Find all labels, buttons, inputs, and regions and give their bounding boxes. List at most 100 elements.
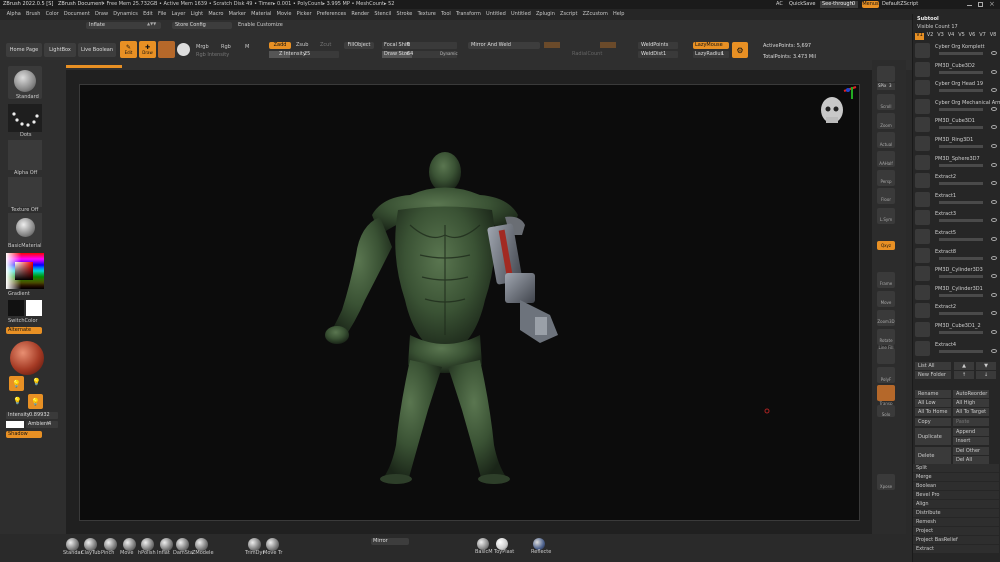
sym-z-button[interactable] — [600, 42, 616, 48]
all-to-target-button[interactable]: All To Target — [953, 408, 989, 416]
zcut-button[interactable]: Zcut — [320, 43, 331, 48]
draw-button[interactable]: ✚ Draw — [139, 41, 156, 58]
subtool-opacity-slider[interactable] — [939, 293, 983, 297]
all-to-home-button[interactable]: All To Home — [915, 408, 951, 416]
subtool-tab[interactable]: V7 — [978, 33, 987, 40]
linefill-button[interactable] — [877, 348, 895, 364]
rename-button[interactable]: Rename — [915, 390, 951, 398]
duplicate-button[interactable]: Duplicate — [915, 428, 951, 445]
draw-size-slider[interactable]: Draw Size 64 Dynamic — [382, 51, 458, 58]
zadd-button[interactable]: Zadd — [269, 42, 291, 49]
subtool-item[interactable]: PM3D_Cube3D1 — [915, 116, 999, 134]
del-all-button[interactable]: Del All — [953, 456, 989, 464]
ac-button[interactable]: AC — [776, 2, 783, 7]
rgb-button[interactable]: Rgb — [221, 45, 231, 50]
radial-count-slider[interactable]: RadialCount — [572, 52, 602, 57]
bevel-pro-menu[interactable]: Bevel Pro — [913, 491, 999, 499]
edit-button[interactable]: ✎ Edit — [120, 41, 137, 58]
menu-item[interactable]: Color — [43, 9, 61, 20]
extract-menu[interactable]: Extract — [913, 545, 999, 553]
subtool-tab[interactable]: V5 — [957, 33, 966, 40]
dynamic-toggle[interactable]: Dynamic — [440, 52, 458, 56]
subtool-item[interactable]: Extract5 — [915, 228, 999, 246]
eye-icon[interactable] — [991, 237, 997, 241]
light-4-button[interactable]: 💡 — [28, 394, 43, 409]
subtool-item[interactable]: Extract3 — [915, 209, 999, 227]
spix-slider[interactable]: SPix 3 — [877, 83, 895, 90]
seethrough-slider[interactable]: See-through 0 — [820, 1, 858, 8]
color-picker[interactable] — [6, 253, 44, 289]
menu-item[interactable]: Macro — [206, 9, 226, 20]
subtool-opacity-slider[interactable] — [939, 349, 983, 353]
insert-button[interactable]: Insert — [953, 437, 989, 445]
light-3-button[interactable]: 💡 — [13, 397, 22, 405]
lazymouse-settings-icon[interactable]: ⚙ — [732, 42, 748, 58]
new-folder-button[interactable]: New Folder — [915, 371, 951, 379]
subtool-opacity-slider[interactable] — [939, 126, 983, 130]
append-button[interactable]: Append — [953, 428, 989, 436]
align-menu[interactable]: Align — [913, 500, 999, 508]
move-down-icon[interactable]: ▼ — [976, 362, 996, 370]
subtool-opacity-slider[interactable] — [939, 182, 983, 186]
minimize-icon[interactable] — [967, 5, 972, 6]
material-thumbnail[interactable] — [8, 213, 42, 243]
eye-icon[interactable] — [991, 199, 997, 204]
subtool-item[interactable]: Cyber Org Mechanical Arm — [915, 98, 1000, 116]
menu-item[interactable]: File — [155, 9, 169, 20]
merge-menu[interactable]: Merge — [913, 473, 999, 481]
lazyradius-slider[interactable]: LazyRadius 1 — [693, 51, 729, 58]
light-1-button[interactable]: 💡 — [9, 376, 24, 391]
subtool-opacity-slider[interactable] — [939, 163, 983, 167]
subtool-opacity-slider[interactable] — [939, 331, 983, 334]
secondary-color-swatch[interactable] — [8, 300, 24, 316]
subtool-item[interactable]: PM3D_Ring3D1 — [915, 135, 999, 153]
menu-item[interactable]: Marker — [226, 9, 248, 20]
menus-button[interactable]: Menus — [862, 1, 879, 8]
lazymouse-button[interactable]: LazyMouse — [693, 42, 729, 49]
subtool-tab[interactable]: V8 — [989, 33, 998, 40]
subtool-item[interactable]: PM3D_Sphere3D7 — [915, 154, 999, 172]
transp-sphere-icon[interactable] — [177, 43, 190, 56]
subtool-tab[interactable]: V6 — [968, 33, 977, 40]
subtool-item[interactable]: Extract2 — [915, 302, 999, 320]
move-mode-button[interactable] — [158, 41, 175, 58]
subtool-opacity-slider[interactable] — [939, 200, 983, 204]
eye-icon[interactable] — [991, 292, 997, 297]
stroke-thumbnail[interactable] — [8, 104, 42, 132]
subtool-opacity-slider[interactable] — [939, 52, 983, 55]
del-other-button[interactable]: Del Other — [953, 447, 989, 455]
eye-icon[interactable] — [991, 255, 997, 260]
project-menu[interactable]: Project — [913, 527, 999, 535]
switchcolor-button[interactable]: SwitchColor — [8, 319, 38, 324]
menu-item[interactable]: Transform — [453, 9, 483, 20]
subtool-opacity-slider[interactable] — [939, 70, 983, 74]
lightbox-button[interactable]: LightBox — [44, 43, 76, 57]
subtool-tab[interactable]: V4 — [947, 33, 956, 40]
enable-customize-button[interactable]: Enable Customize — [238, 23, 283, 28]
subtool-item[interactable]: Extract2 — [915, 172, 999, 190]
delete-button[interactable]: Delete — [915, 447, 951, 464]
rgb-intensity-slider[interactable]: Rgb Intensity — [196, 53, 229, 58]
transp-button[interactable] — [877, 385, 895, 401]
intensity-slider[interactable]: Intensity 0.89932 — [6, 412, 58, 419]
menu-item[interactable]: Dynamics — [111, 9, 141, 20]
live-boolean-button[interactable]: Live Boolean — [78, 43, 116, 57]
subtool-opacity-slider[interactable] — [939, 275, 983, 279]
subtool-item[interactable]: Cyber Org Head 19 — [915, 79, 999, 97]
subtool-item[interactable]: PM3D_Cube3D1_2 — [915, 321, 999, 339]
eye-icon[interactable] — [991, 274, 997, 279]
menu-item[interactable]: Tool — [438, 9, 453, 20]
mirror-button[interactable]: Mirror — [371, 538, 409, 545]
autoreorder-button[interactable]: AutoReorder — [953, 390, 989, 398]
arrange-up-icon[interactable]: ↑ — [954, 371, 974, 379]
close-icon[interactable]: × — [989, 1, 995, 8]
project-basrelief-menu[interactable]: Project BasRelief — [913, 536, 999, 544]
zsub-button[interactable]: Zsub — [296, 43, 308, 48]
menu-item[interactable]: Render — [349, 9, 372, 20]
eye-icon[interactable] — [991, 311, 997, 316]
menu-item[interactable]: Stroke — [394, 9, 415, 20]
quicksave-button[interactable]: QuickSave — [789, 2, 815, 7]
all-high-button[interactable]: All High — [953, 399, 989, 407]
eye-icon[interactable] — [991, 106, 997, 111]
menu-item[interactable]: Document — [61, 9, 92, 20]
